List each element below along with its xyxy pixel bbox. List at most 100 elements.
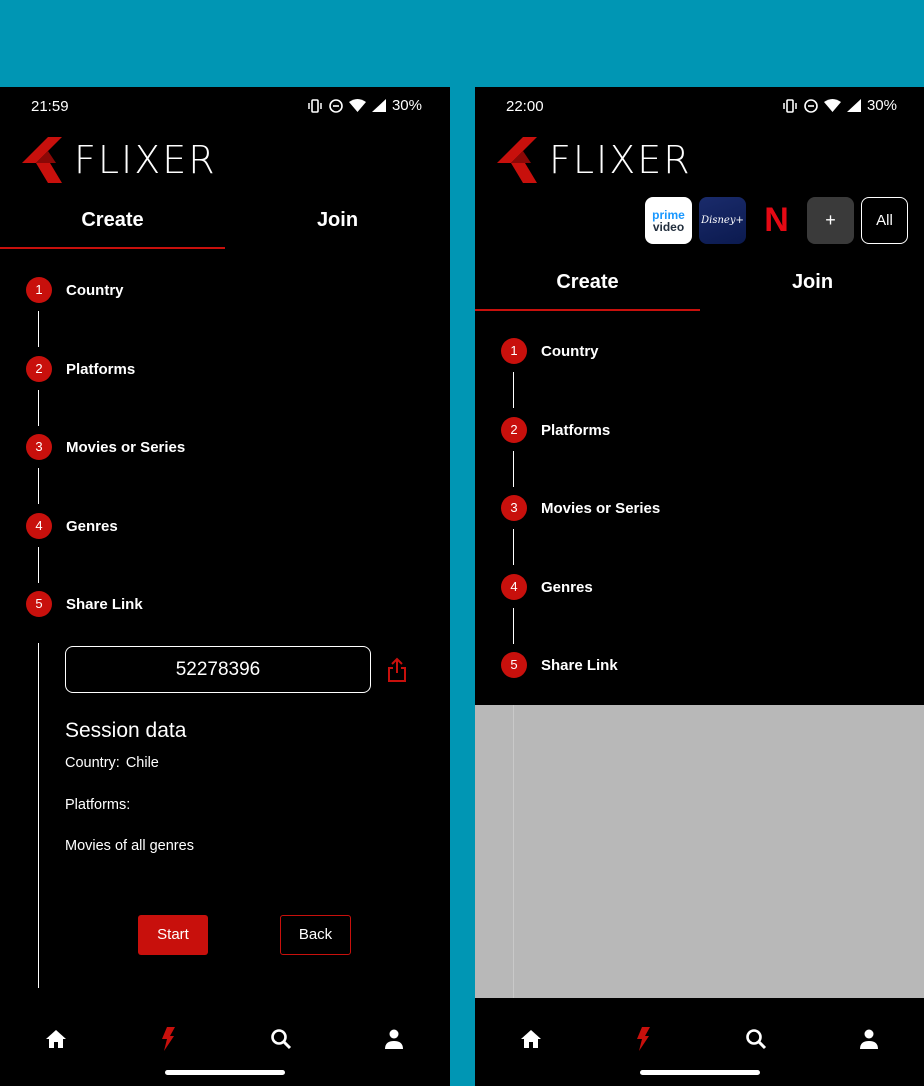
session-country: Country: Chile — [65, 755, 159, 771]
logo-text: FLIXER — [549, 138, 692, 182]
loading-overlay — [475, 705, 924, 998]
step-number: 4 — [501, 573, 527, 600]
add-platform-button[interactable]: + — [807, 197, 854, 244]
session-platforms: Platforms: — [65, 797, 131, 813]
tab-create[interactable]: Create — [475, 259, 700, 311]
person-icon — [860, 1029, 878, 1049]
step-number: 5 — [26, 591, 52, 618]
platform-selector: prime video Disney+ N + All — [645, 197, 908, 244]
flixer-logo: FLIXER — [497, 137, 692, 183]
wifi-icon — [823, 99, 841, 112]
step-connector — [38, 389, 39, 426]
nav-search[interactable] — [266, 1024, 296, 1054]
step-number: 4 — [26, 512, 52, 539]
flash-icon — [162, 1027, 175, 1051]
tab-join[interactable]: Join — [700, 259, 924, 311]
home-icon — [46, 1030, 66, 1048]
battery-text: 30% — [866, 97, 897, 114]
nav-flash[interactable] — [153, 1024, 183, 1054]
platform-prime-video[interactable]: prime video — [645, 197, 692, 244]
step-country[interactable]: 1 Country — [0, 277, 450, 356]
step-platforms[interactable]: 2 Platforms — [0, 355, 450, 435]
step-connector — [513, 450, 514, 487]
nav-flash[interactable] — [628, 1024, 658, 1054]
tab-bar: Create Join — [475, 259, 924, 311]
step-connector — [38, 643, 39, 988]
phone-screen-left: 21:59 30% FLIXER Create Join 1 Country 2… — [0, 87, 450, 1086]
step-label: Genres — [66, 517, 118, 535]
step-connector — [513, 372, 514, 408]
status-bar: 21:59 30% — [0, 87, 450, 125]
status-icons: 30% — [782, 97, 897, 114]
prime-line1: prime — [652, 207, 685, 222]
nav-home[interactable] — [41, 1024, 71, 1054]
stepper: 1 Country 2 Platforms 3 Movies or Series… — [475, 338, 924, 731]
step-number: 2 — [26, 355, 52, 382]
step-number: 1 — [26, 277, 52, 303]
nav-search[interactable] — [741, 1024, 771, 1054]
dnd-icon — [329, 98, 343, 113]
step-number: 3 — [26, 434, 52, 461]
start-button[interactable]: Start — [138, 915, 208, 955]
step-label: Share Link — [66, 596, 143, 614]
platform-netflix[interactable]: N — [753, 197, 800, 244]
share-icon[interactable] — [386, 657, 408, 683]
step-platforms[interactable]: 2 Platforms — [475, 416, 924, 496]
platform-disney-plus[interactable]: Disney+ — [699, 197, 746, 244]
session-content: Movies of all genres — [65, 838, 194, 854]
share-link-content: 52278396 Session data Country: Chile Plat… — [0, 643, 450, 988]
step-movies-or-series[interactable]: 3 Movies or Series — [475, 495, 924, 574]
dnd-icon — [804, 98, 818, 113]
status-bar: 22:00 30% — [475, 87, 924, 125]
step-number: 1 — [501, 338, 527, 364]
person-icon — [385, 1029, 403, 1049]
step-label: Movies or Series — [541, 500, 661, 518]
flixer-logo-icon — [497, 137, 537, 183]
step-genres[interactable]: 4 Genres — [0, 512, 450, 592]
session-code-field[interactable]: 52278396 — [65, 646, 371, 693]
logo-text: FLIXER — [74, 138, 217, 182]
nav-profile[interactable] — [379, 1024, 409, 1054]
bottom-nav — [0, 998, 450, 1086]
step-connector — [38, 468, 39, 505]
step-connector — [513, 607, 514, 644]
step-movies-or-series[interactable]: 3 Movies or Series — [0, 434, 450, 513]
vibrate-icon — [783, 98, 797, 113]
step-number: 3 — [501, 495, 527, 522]
gesture-bar[interactable] — [165, 1070, 285, 1075]
nav-profile[interactable] — [854, 1024, 884, 1054]
search-icon — [746, 1029, 767, 1050]
step-label: Movies or Series — [66, 439, 186, 457]
country-value: Chile — [125, 755, 159, 771]
all-platforms-button[interactable]: All — [861, 197, 908, 244]
country-label: Country: — [65, 755, 120, 771]
status-time: 21:59 — [31, 98, 69, 115]
signal-icon — [371, 99, 386, 112]
vibrate-icon — [308, 98, 322, 113]
tab-create[interactable]: Create — [0, 197, 225, 249]
step-label: Platforms — [66, 360, 136, 378]
step-number: 2 — [501, 416, 527, 443]
step-label: Country — [66, 282, 124, 299]
signal-icon — [846, 99, 861, 112]
prime-line2: video — [652, 219, 685, 234]
step-country[interactable]: 1 Country — [475, 338, 924, 417]
flixer-logo-icon — [22, 137, 62, 183]
home-icon — [521, 1030, 541, 1048]
step-connector — [38, 311, 39, 347]
step-label: Country — [541, 343, 599, 360]
flash-icon — [637, 1027, 650, 1051]
step-connector — [38, 546, 39, 583]
tab-join[interactable]: Join — [225, 197, 450, 249]
gesture-bar[interactable] — [640, 1070, 760, 1075]
phone-screen-right: 22:00 30% FLIXER prime video Disney+ N +… — [475, 87, 924, 1086]
step-connector — [513, 705, 514, 998]
back-button[interactable]: Back — [280, 915, 351, 955]
step-label: Share Link — [541, 657, 618, 675]
wifi-icon — [348, 99, 366, 112]
session-data-title: Session data — [65, 719, 187, 742]
nav-home[interactable] — [516, 1024, 546, 1054]
search-icon — [271, 1029, 292, 1050]
step-genres[interactable]: 4 Genres — [475, 573, 924, 653]
step-label: Genres — [541, 578, 593, 596]
